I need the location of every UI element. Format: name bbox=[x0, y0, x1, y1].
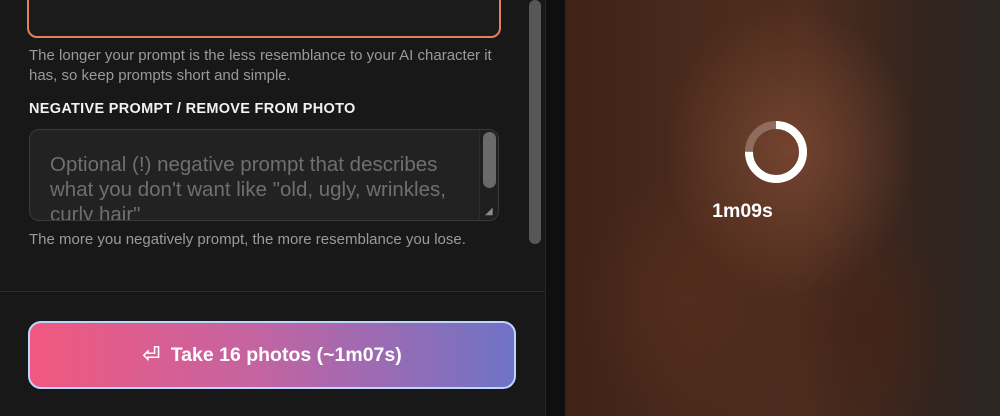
app-root: The longer your prompt is the less resem… bbox=[0, 0, 1000, 416]
take-photos-button[interactable]: ⏎ Take 16 photos (~1m07s) bbox=[28, 321, 516, 389]
footer-divider bbox=[0, 291, 545, 292]
prompt-help-text: The longer your prompt is the less resem… bbox=[29, 47, 492, 84]
panel-scrollbar-thumb[interactable] bbox=[529, 0, 541, 244]
panel-separator bbox=[545, 0, 565, 416]
negative-prompt-placeholder: Optional (!) negative prompt that descri… bbox=[50, 153, 446, 221]
prompt-textarea[interactable] bbox=[27, 0, 501, 38]
negative-prompt-textarea[interactable]: Optional (!) negative prompt that descri… bbox=[29, 129, 499, 221]
photo-preview: 1m09s bbox=[565, 0, 1000, 416]
panel-scrollbar[interactable] bbox=[528, 0, 543, 285]
negative-prompt-label: NEGATIVE PROMPT / REMOVE FROM PHOTO bbox=[29, 101, 356, 117]
loading-spinner-icon bbox=[745, 121, 807, 183]
textarea-scrollbar-thumb[interactable] bbox=[483, 132, 496, 188]
settings-panel: The longer your prompt is the less resem… bbox=[0, 0, 545, 416]
negative-prompt-help-text: The more you negatively prompt, the more… bbox=[29, 231, 466, 248]
return-arrow-icon: ⏎ bbox=[142, 342, 161, 367]
take-photos-label: Take 16 photos (~1m07s) bbox=[170, 343, 402, 366]
generation-timer: 1m09s bbox=[712, 200, 773, 222]
resize-handle-icon[interactable]: ◢ bbox=[485, 207, 495, 217]
